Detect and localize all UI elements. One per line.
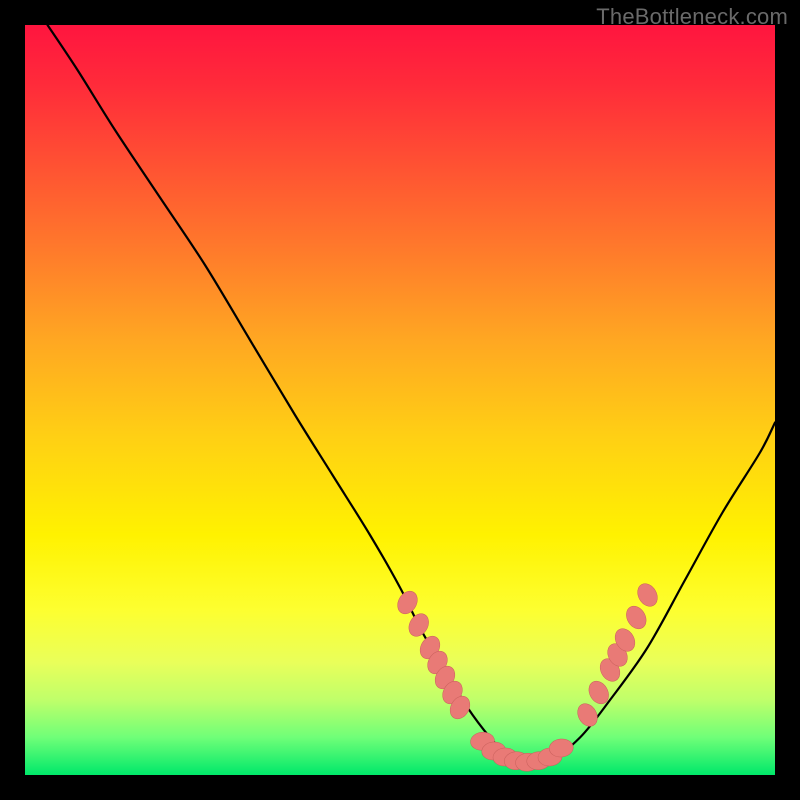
- chart-svg: [25, 25, 775, 775]
- data-marker: [574, 700, 602, 730]
- data-marker: [405, 610, 433, 640]
- bottleneck-curve: [48, 25, 776, 762]
- data-marker: [394, 588, 422, 618]
- watermark-text: TheBottleneck.com: [596, 4, 788, 30]
- data-markers: [394, 580, 662, 772]
- chart-frame: TheBottleneck.com: [0, 0, 800, 800]
- data-marker: [634, 580, 662, 610]
- plot-area: [25, 25, 775, 775]
- data-marker: [622, 603, 650, 633]
